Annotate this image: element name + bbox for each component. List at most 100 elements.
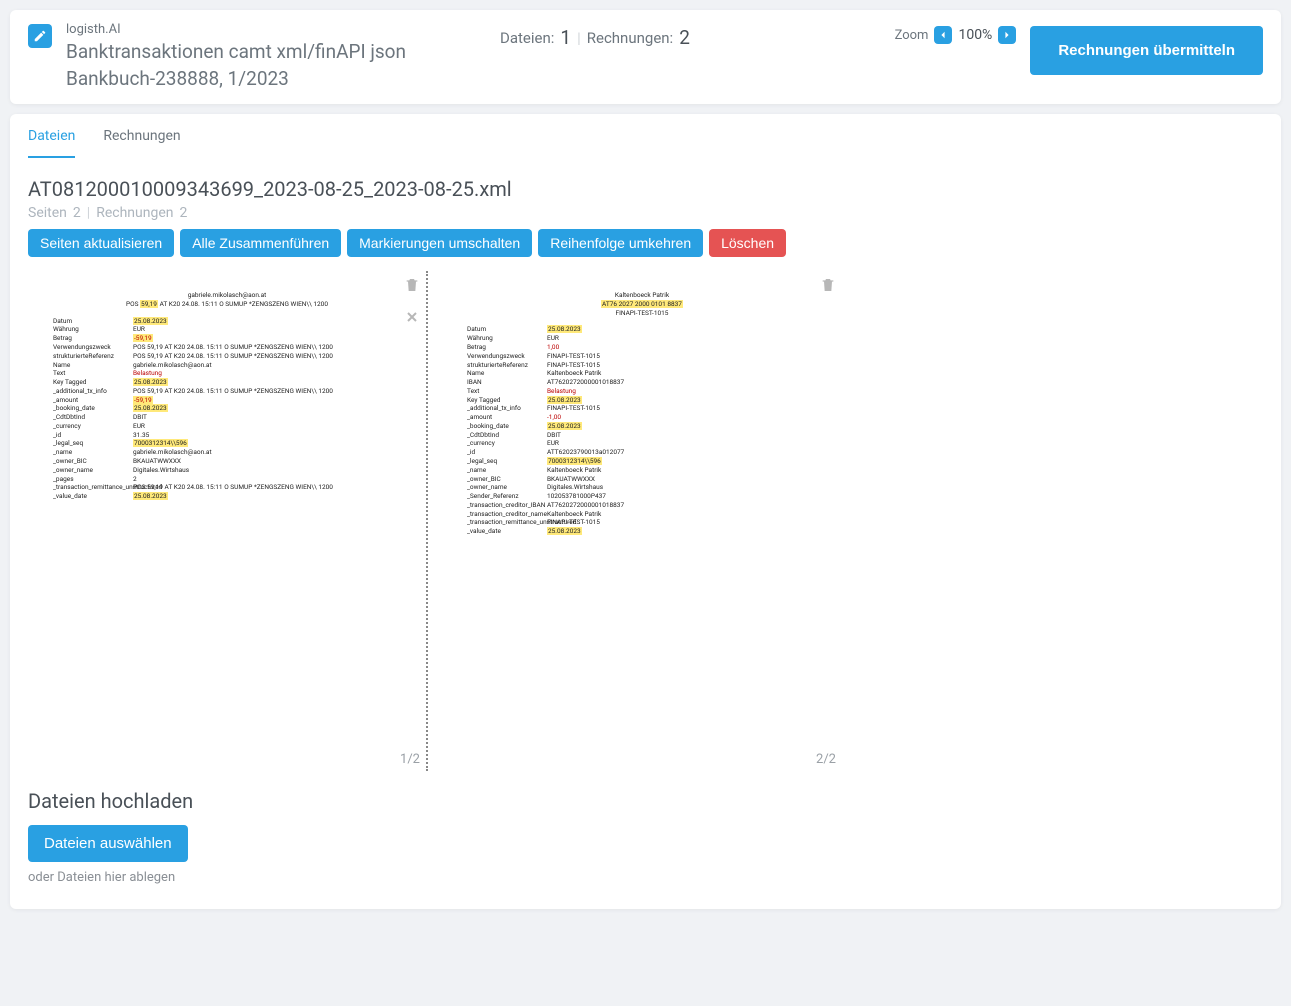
main-card: Dateien Rechnungen AT081200010009343699_… [10,114,1281,909]
data-row: VerwendungszweckFINAPI-TEST-1015 [467,352,817,361]
invoices-count-value: 2 [679,26,690,49]
data-row: _additional_tx_infoPOS 59,19 AT K20 24.0… [53,387,401,396]
data-row: _Sender_Referenz102053781000P437 [467,492,817,501]
page-2-content: Kaltenboeck Patrik AT76 2027 2000 0101 8… [442,271,842,556]
data-value: 31.35 [133,431,149,440]
data-key: _transaction_remittance_unstructured [467,518,547,527]
data-key: Verwendungszweck [467,352,547,361]
p1-header-line2: POS 59,19 AT K20 24.08. 15:11 O SUMUP *Z… [53,300,401,309]
page-1-content: gabriele.mikolasch@aon.at POS 59,19 AT K… [28,271,426,521]
select-files-button[interactable]: Dateien auswählen [28,825,188,862]
data-value: FINAPI-TEST-1015 [547,404,600,413]
data-value: EUR [133,422,145,431]
refresh-pages-button[interactable]: Seiten aktualisieren [28,229,174,257]
chevron-left-icon [939,31,947,39]
data-row: _value_date25.08.2023 [467,527,817,536]
data-value: Belastung [547,387,576,396]
counts-separator: | [577,29,581,47]
data-value: Digitales.Wirtshaus [133,466,189,475]
data-row: _CdtDbtIndDBIT [467,431,817,440]
data-value: -1,00 [547,413,561,422]
data-key: Text [53,369,133,378]
data-value: FINAPI-TEST-1015 [547,361,600,370]
zoom-out-button[interactable] [934,26,952,44]
data-key: Name [467,369,547,378]
file-subinfo: Seiten 2 | Rechnungen 2 [28,205,1263,221]
data-value: AT7620272000001018837 [547,501,624,510]
data-row: Key Tagged25.08.2023 [53,378,401,387]
data-value: BKAUATWWXXX [547,475,595,484]
data-key: _value_date [53,492,133,501]
data-row: _amount-1,00 [467,413,817,422]
tab-invoices[interactable]: Rechnungen [103,128,180,158]
data-row: Betrag-59,19 [53,334,401,343]
data-value: AT7620272000001018837 [547,378,624,387]
data-row: TextBelastung [467,387,817,396]
split-page-1-button[interactable] [404,309,420,325]
data-key: Betrag [467,343,547,352]
delete-file-button[interactable]: Löschen [709,229,786,257]
file-invoices-value: 2 [179,205,187,221]
data-value: FINAPI-TEST-1015 [547,518,600,527]
data-key: Text [467,387,547,396]
delete-page-2-button[interactable] [820,277,836,293]
zoom-label: Zoom [895,28,929,43]
data-key: _name [53,448,133,457]
data-key: _currency [467,439,547,448]
data-value: Kaltenboeck Patrik [547,369,601,378]
data-key: _Sender_Referenz [467,492,547,501]
data-key: _CdtDbtInd [53,413,133,422]
data-value: 25.08.2023 [133,378,168,387]
data-row: _pages2 [53,475,401,484]
edit-icon [33,29,47,43]
reverse-order-button[interactable]: Reihenfolge umkehren [538,229,703,257]
data-row: Datum25.08.2023 [467,325,817,334]
data-key: _owner_name [467,483,547,492]
submit-invoices-button[interactable]: Rechnungen übermitteln [1030,26,1263,75]
zoom-in-button[interactable] [998,26,1016,44]
delete-page-1-button[interactable] [404,277,420,293]
data-key: Name [53,361,133,370]
data-row: _transaction_remittance_unstructuredFINA… [467,518,817,527]
file-pages-label: Seiten [28,205,67,221]
data-value: -59,19 [133,396,153,405]
data-value: ATT62023790013a012077 [547,448,624,457]
data-row: TextBelastung [53,369,401,378]
data-value: 102053781000P437 [547,492,606,501]
data-row: _currencyEUR [467,439,817,448]
invoices-count-label: Rechnungen: [587,29,673,47]
data-key: IBAN [467,378,547,387]
data-key: Datum [467,325,547,334]
data-key: _currency [53,422,133,431]
file-section: AT081200010009343699_2023-08-25_2023-08-… [10,159,1281,789]
data-row: Datum25.08.2023 [53,317,401,326]
data-key: _CdtDbtInd [467,431,547,440]
file-invoices-label: Rechnungen [96,205,173,221]
data-key: _additional_tx_info [53,387,133,396]
tab-files[interactable]: Dateien [28,128,75,158]
data-row: _booking_date25.08.2023 [53,404,401,413]
data-key: Key Tagged [53,378,133,387]
upload-section: Dateien hochladen Dateien auswählen oder… [10,789,1281,909]
data-row: strukturierteReferenzPOS 59,19 AT K20 24… [53,352,401,361]
data-value: EUR [133,325,145,334]
page-thumbnail-2[interactable]: Kaltenboeck Patrik AT76 2027 2000 0101 8… [442,271,842,771]
edit-button[interactable] [28,24,52,48]
data-row: IBANAT7620272000001018837 [467,378,817,387]
data-row: strukturierteReferenzFINAPI-TEST-1015 [467,361,817,370]
page-thumbnail-1[interactable]: gabriele.mikolasch@aon.at POS 59,19 AT K… [28,271,428,771]
data-value: 25.08.2023 [547,325,582,334]
merge-all-button[interactable]: Alle Zusammenführen [180,229,341,257]
data-value: gabriele.mikolasch@aon.at [133,361,212,370]
data-row: _owner_BICBKAUATWWXXX [53,457,401,466]
toggle-markings-button[interactable]: Markierungen umschalten [347,229,532,257]
data-row: Betrag1,00 [467,343,817,352]
data-value: -59,19 [133,334,153,343]
header-counts: Dateien: 1 | Rechnungen: 2 [500,22,881,49]
close-icon [404,309,420,325]
data-key: _id [467,448,547,457]
files-count-value: 1 [560,26,571,49]
page-1-number: 1/2 [400,752,420,767]
data-row: _currencyEUR [53,422,401,431]
data-value: gabriele.mikolasch@aon.at [133,448,212,457]
